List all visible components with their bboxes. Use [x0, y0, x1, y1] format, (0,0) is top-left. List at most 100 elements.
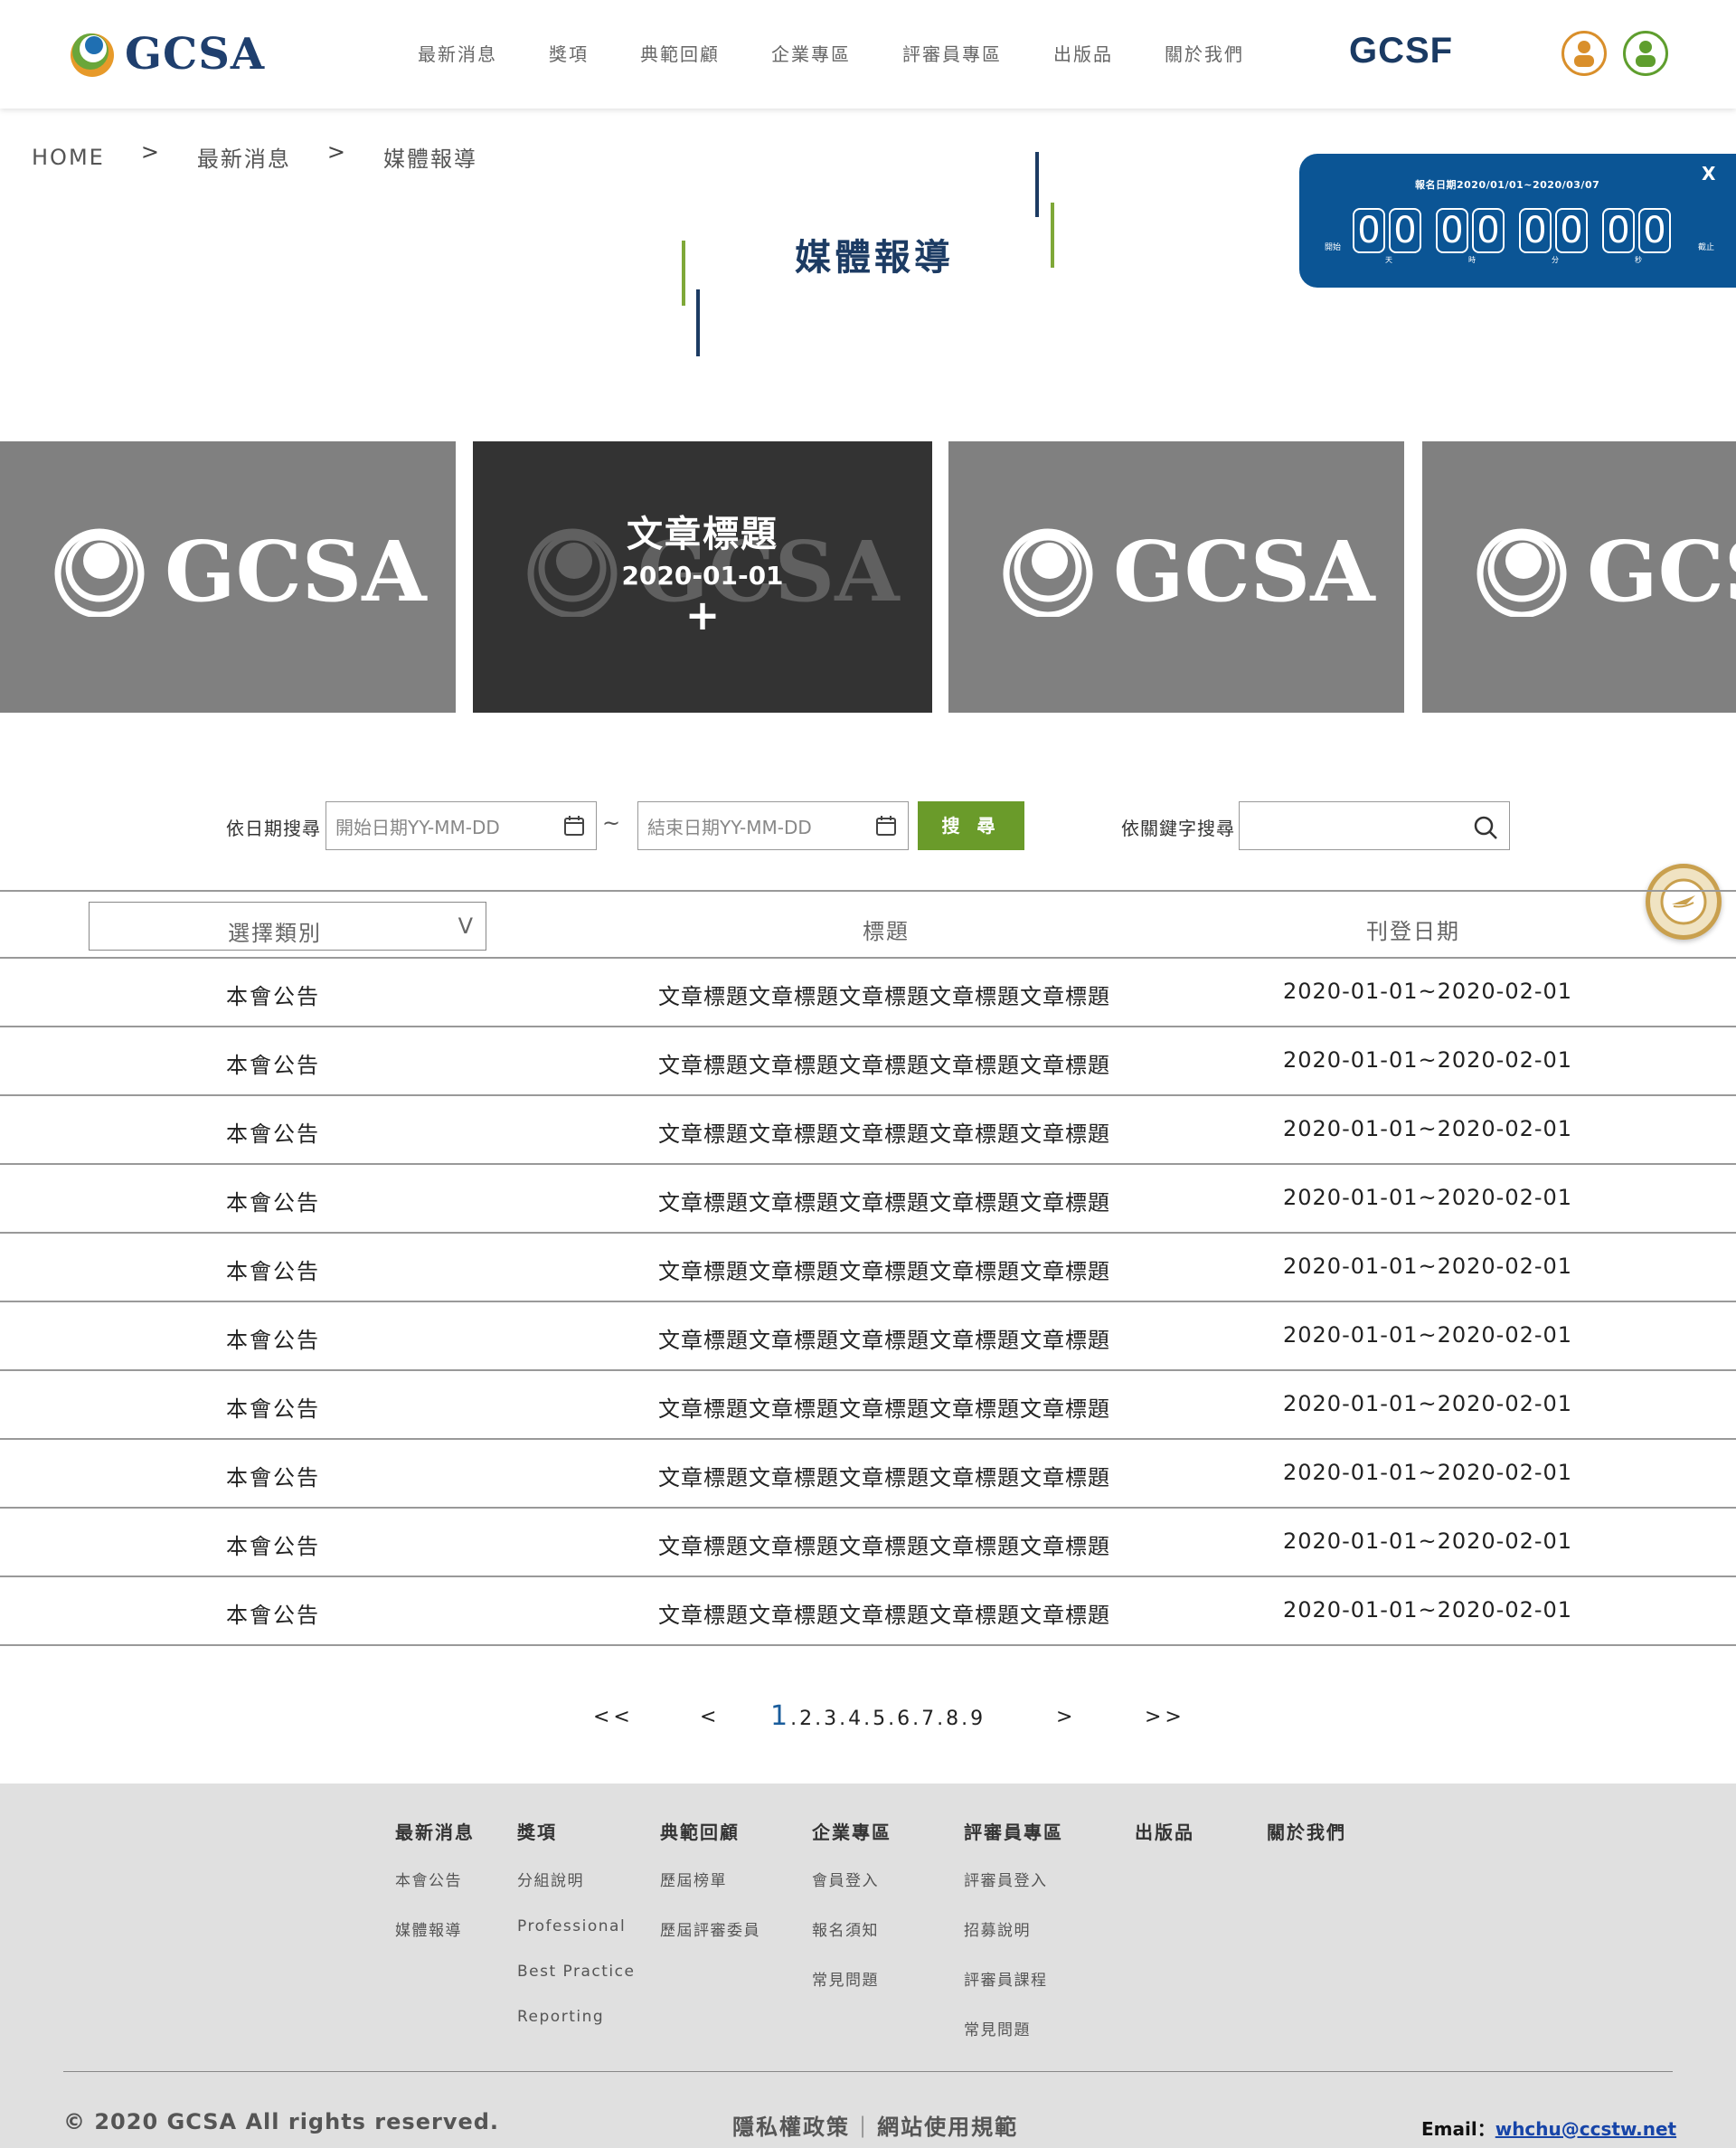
footer-link[interactable]: 媒體報導	[395, 1917, 475, 1940]
footer-column: 企業專區會員登入報名須知常見問題	[812, 1818, 892, 2017]
countdown-digit: 0	[1638, 208, 1671, 253]
page-separator: .	[937, 1708, 947, 1730]
table-row[interactable]: 本會公告 文章標題文章標題文章標題文章標題文章標題 2020-01-01~2020-…	[0, 1165, 1736, 1234]
footer-link[interactable]: 評審員登入	[964, 1868, 1063, 1890]
nav-item-1[interactable]: 獎項	[549, 40, 589, 66]
search-button[interactable]: 搜 尋	[918, 801, 1024, 850]
row-title-link[interactable]: 文章標題文章標題文章標題文章標題文章標題	[658, 1047, 1110, 1079]
member-login-button[interactable]	[1561, 31, 1607, 76]
row-title-link[interactable]: 文章標題文章標題文章標題文章標題文章標題	[658, 979, 1110, 1010]
page-number-5[interactable]: 5	[873, 1708, 888, 1730]
table-row[interactable]: 本會公告 文章標題文章標題文章標題文章標題文章標題 2020-01-01~2020-…	[0, 1371, 1736, 1440]
email-link[interactable]: whchu@ccstw.net	[1495, 2118, 1676, 2140]
row-title-link[interactable]: 文章標題文章標題文章標題文章標題文章標題	[658, 1254, 1110, 1285]
category-select-value: 選擇類別	[228, 921, 322, 946]
breadcrumb-news[interactable]: 最新消息	[197, 141, 291, 173]
table-row[interactable]: 本會公告 文章標題文章標題文章標題文章標題文章標題 2020-01-01~2020-…	[0, 1509, 1736, 1577]
footer-link[interactable]: 歷屆榜單	[660, 1868, 760, 1890]
table-row[interactable]: 本會公告 文章標題文章標題文章標題文章標題文章標題 2020-01-01~2020-…	[0, 1096, 1736, 1165]
footer-link[interactable]: 報名須知	[812, 1917, 892, 1940]
table-row[interactable]: 本會公告 文章標題文章標題文章標題文章標題文章標題 2020-01-01~2020-…	[0, 1440, 1736, 1509]
page-number-4[interactable]: 4	[848, 1708, 863, 1730]
calendar-icon[interactable]	[563, 815, 585, 837]
row-category: 本會公告	[226, 1465, 320, 1490]
footer-column: 出版品	[1135, 1818, 1194, 1868]
footer-heading[interactable]: 出版品	[1135, 1818, 1194, 1844]
footer-heading[interactable]: 關於我們	[1267, 1818, 1346, 1844]
carousel-slide[interactable]: GCSA	[948, 441, 1404, 713]
site-logo[interactable]: GCSA	[69, 27, 265, 81]
footer-heading[interactable]: 評審員專區	[964, 1818, 1063, 1844]
footer-link[interactable]: 歷屆評審委員	[660, 1917, 760, 1940]
next-page-button[interactable]: >	[1056, 1706, 1076, 1728]
end-date-placeholder: 結束日期YY-MM-DD	[647, 816, 812, 838]
page-number-7[interactable]: 7	[921, 1708, 937, 1730]
privacy-policy-link[interactable]: 隱私權政策	[732, 2109, 850, 2141]
row-title-link[interactable]: 文章標題文章標題文章標題文章標題文章標題	[658, 1116, 1110, 1148]
footer-heading[interactable]: 企業專區	[812, 1818, 892, 1844]
carousel-slide[interactable]: GCSA 文章標題 2020-01-01 +	[473, 441, 932, 713]
footer-link[interactable]: Professional	[517, 1917, 635, 1935]
table-row[interactable]: 本會公告 文章標題文章標題文章標題文章標題文章標題 2020-01-01~2020-…	[0, 1234, 1736, 1302]
calendar-icon[interactable]	[875, 815, 897, 837]
footer-link[interactable]: Best Practice	[517, 1963, 635, 1981]
site-header: GCSA 最新消息 獎項 典範回顧 企業專區 評審員專區 出版品 關於我們 GCSF	[0, 0, 1736, 109]
countdown-end-label: 截止	[1698, 243, 1715, 252]
end-date-field[interactable]: 結束日期YY-MM-DD	[637, 801, 909, 850]
table-row[interactable]: 本會公告 文章標題文章標題文章標題文章標題文章標題 2020-01-01~2020-…	[0, 1027, 1736, 1096]
footer-heading[interactable]: 典範回顧	[660, 1818, 760, 1844]
nav-item-6[interactable]: 關於我們	[1165, 40, 1244, 66]
row-title-link[interactable]: 文章標題文章標題文章標題文章標題文章標題	[658, 1597, 1110, 1629]
footer-heading[interactable]: 最新消息	[395, 1818, 475, 1844]
prev-page-button[interactable]: <	[700, 1706, 720, 1728]
nav-item-2[interactable]: 典範回顧	[640, 40, 720, 66]
page-number-1[interactable]: 1	[770, 1700, 790, 1732]
footer-link[interactable]: 常見問題	[812, 1967, 892, 1990]
table-row[interactable]: 本會公告 文章標題文章標題文章標題文章標題文章標題 2020-01-01~2020-…	[0, 959, 1736, 1027]
footer-link[interactable]: Reporting	[517, 2008, 635, 2026]
start-date-field[interactable]: 開始日期YY-MM-DD	[326, 801, 597, 850]
footer-link[interactable]: 分組說明	[517, 1868, 635, 1890]
footer-link[interactable]: 本會公告	[395, 1868, 475, 1890]
row-title-link[interactable]: 文章標題文章標題文章標題文章標題文章標題	[658, 1391, 1110, 1423]
last-page-button[interactable]: >>	[1145, 1706, 1185, 1728]
nav-item-5[interactable]: 出版品	[1053, 40, 1113, 66]
page-number-3[interactable]: 3	[824, 1708, 839, 1730]
judge-login-button[interactable]	[1623, 31, 1668, 76]
category-select[interactable]: 選擇類別 V	[89, 902, 486, 951]
footer-link[interactable]: 常見問題	[964, 2017, 1063, 2039]
first-page-button[interactable]: <<	[593, 1706, 634, 1728]
table-row[interactable]: 本會公告 文章標題文章標題文章標題文章標題文章標題 2020-01-01~2020-…	[0, 1302, 1736, 1371]
terms-of-use-link[interactable]: 網站使用規範	[877, 2109, 1018, 2141]
countdown-group: 00	[1602, 208, 1675, 253]
footer-link[interactable]: 評審員課程	[964, 1967, 1063, 1990]
breadcrumb-home[interactable]: HOME	[32, 145, 105, 170]
countdown-unit: 分	[1552, 256, 1559, 264]
countdown-digit: 0	[1555, 208, 1588, 253]
page-number-2[interactable]: 2	[799, 1708, 815, 1730]
table-row[interactable]: 本會公告 文章標題文章標題文章標題文章標題文章標題 2020-01-01~2020-…	[0, 1577, 1736, 1646]
breadcrumb: HOME > 最新消息 > 媒體報導	[32, 139, 477, 173]
nav-item-4[interactable]: 評審員專區	[902, 40, 1002, 66]
footer-column: 評審員專區評審員登入招募說明評審員課程常見問題	[964, 1818, 1063, 2067]
gcsf-link[interactable]: GCSF	[1349, 31, 1453, 71]
nav-item-0[interactable]: 最新消息	[418, 40, 497, 66]
row-title-link[interactable]: 文章標題文章標題文章標題文章標題文章標題	[658, 1528, 1110, 1560]
countdown-close-button[interactable]: X	[1702, 163, 1715, 185]
footer-link[interactable]: 會員登入	[812, 1868, 892, 1890]
search-icon[interactable]	[1473, 815, 1498, 840]
nav-item-3[interactable]: 企業專區	[771, 40, 851, 66]
page-number-6[interactable]: 6	[897, 1708, 912, 1730]
row-date: 2020-01-01~2020-02-01	[1283, 1322, 1573, 1348]
page-number-9[interactable]: 9	[970, 1708, 986, 1730]
carousel-slide[interactable]: GCSA	[0, 441, 456, 713]
keyword-search-input[interactable]	[1239, 801, 1510, 850]
page-number-8[interactable]: 8	[946, 1708, 961, 1730]
carousel-slide[interactable]: GCSA	[1422, 441, 1736, 713]
row-title-link[interactable]: 文章標題文章標題文章標題文章標題文章標題	[658, 1460, 1110, 1491]
footer-heading[interactable]: 獎項	[517, 1818, 635, 1844]
footer-link[interactable]: 招募說明	[964, 1917, 1063, 1940]
row-title-link[interactable]: 文章標題文章標題文章標題文章標題文章標題	[658, 1322, 1110, 1354]
plus-icon[interactable]: +	[473, 594, 932, 636]
row-title-link[interactable]: 文章標題文章標題文章標題文章標題文章標題	[658, 1185, 1110, 1216]
